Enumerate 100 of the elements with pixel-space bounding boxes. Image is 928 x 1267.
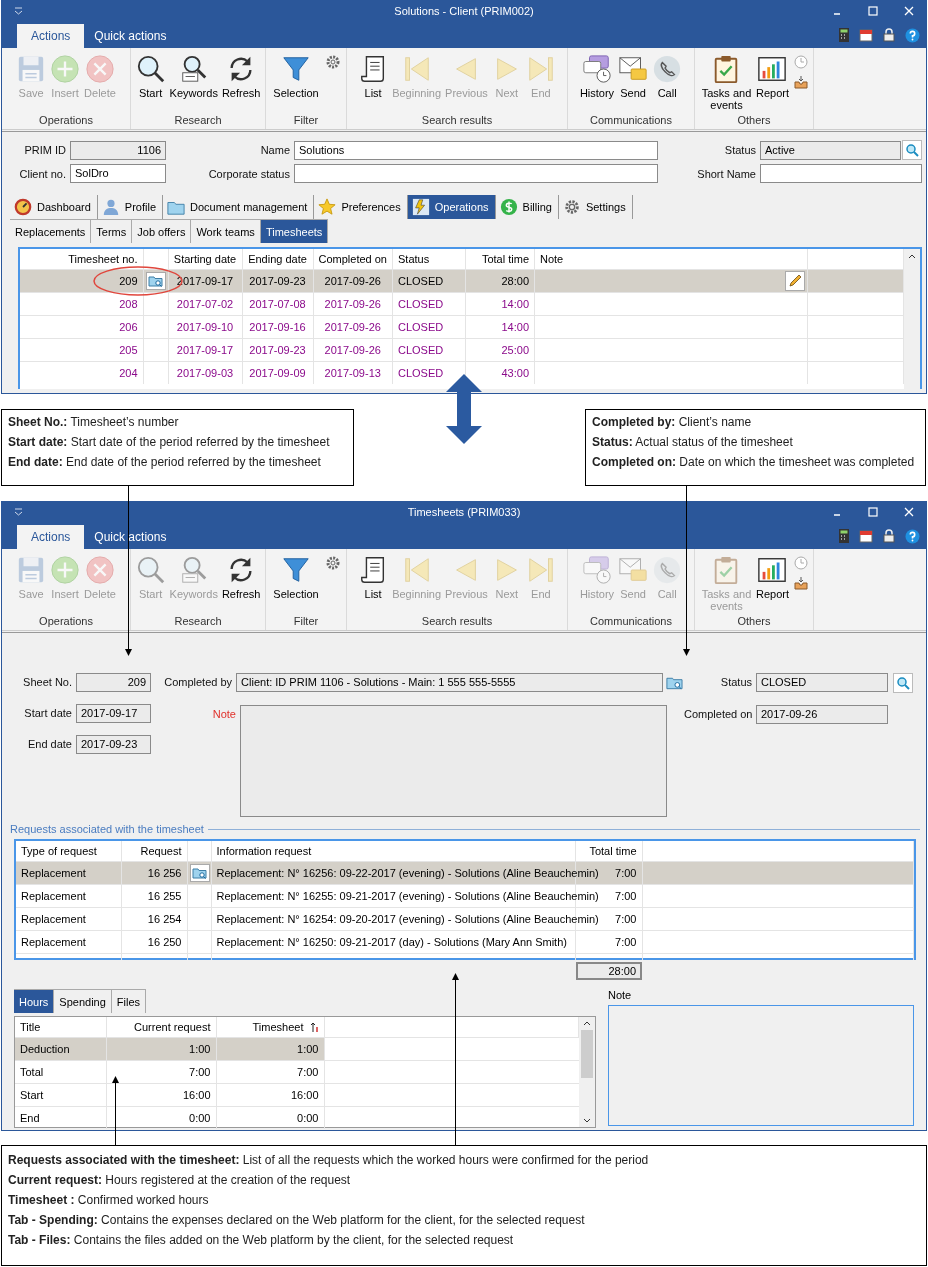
inbox-icon[interactable] xyxy=(793,74,809,90)
table-cell: 204 xyxy=(119,367,138,379)
folder-search-icon[interactable] xyxy=(189,864,210,882)
ribbon-tab[interactable]: Quick actions xyxy=(86,525,175,549)
table-cell: 14:00 xyxy=(501,298,529,310)
tab[interactable]: Profile xyxy=(97,195,163,219)
table-row[interactable]: 208 2017-07-02 2017-07-08 2017-09-26 CLOSED 14:00 xyxy=(20,292,904,316)
tab[interactable]: Settings xyxy=(558,195,633,219)
menu-icon[interactable] xyxy=(14,508,23,516)
table-row[interactable]: Replacement 16 255 Replacement: N° 16255: 09-21-2017 (evening) - Solutions (Aline Beauchemin) 7:00 xyxy=(16,884,914,908)
tab[interactable]: Preferences xyxy=(314,195,408,219)
calendar-icon[interactable] xyxy=(859,529,873,543)
calculator-icon[interactable] xyxy=(838,28,850,42)
table-row[interactable]: End 0:00 0:00 xyxy=(15,1106,579,1129)
close-icon[interactable] xyxy=(904,6,914,16)
scroll-bar[interactable] xyxy=(579,1017,595,1127)
ribbon-tab[interactable]: Quick actions xyxy=(86,24,175,48)
maximize-icon[interactable] xyxy=(868,507,878,517)
x-circle-icon xyxy=(85,54,115,84)
table-row[interactable]: Replacement 16 250 Replacement: N° 16250: 09-21-2017 (day) - Solutions (Mary Ann Smith) 7:00 xyxy=(16,930,914,954)
ribbon-button[interactable]: Report xyxy=(753,555,791,600)
ribbon-button[interactable]: Selection xyxy=(271,555,321,600)
maximize-icon[interactable] xyxy=(868,6,878,16)
input-field[interactable]: 2017-09-17 xyxy=(76,704,151,723)
search-button[interactable] xyxy=(902,140,922,160)
tab[interactable]: Work teams xyxy=(191,219,261,243)
table-row[interactable]: 204 2017-09-03 2017-09-09 2017-09-13 CLOSED 43:00 xyxy=(20,361,904,384)
gear-icon[interactable] xyxy=(324,555,341,571)
input-field[interactable]: 1106 xyxy=(70,140,166,160)
ribbon-button[interactable]: Report xyxy=(753,54,791,99)
total-field: 28:00 xyxy=(576,962,642,980)
input-field[interactable]: Active xyxy=(760,140,901,160)
input-field[interactable]: CLOSED xyxy=(756,673,888,692)
table-row[interactable]: Replacement 16 256 Replacement: N° 16256: 09-22-2017 (evening) - Solutions (Aline Beauchemin) 7:00 xyxy=(16,861,914,885)
input-field[interactable] xyxy=(294,164,658,183)
table-cell: 7:00 xyxy=(615,936,637,948)
table-row[interactable]: 206 2017-09-10 2017-09-16 2017-09-26 CLOSED 14:00 xyxy=(20,315,904,339)
input-field[interactable] xyxy=(760,164,922,183)
ribbon-button[interactable]: List xyxy=(356,54,391,99)
input-field[interactable]: 2017-09-23 xyxy=(76,735,151,754)
input-field[interactable]: 209 xyxy=(76,673,151,692)
tab[interactable]: Files xyxy=(111,989,147,1013)
table-cell: 2017-09-26 xyxy=(324,298,381,310)
field-label: Sheet No. xyxy=(22,675,72,688)
note-field[interactable] xyxy=(240,705,667,817)
ribbon-button[interactable]: History xyxy=(577,54,617,99)
field-label: Corporate status xyxy=(207,167,290,180)
folder-search-icon[interactable] xyxy=(145,272,166,290)
help-icon[interactable] xyxy=(905,27,920,43)
field-label: Note xyxy=(211,707,236,720)
ribbon-button[interactable]: Call xyxy=(650,54,685,99)
ribbon-button[interactable]: Selection xyxy=(271,54,321,99)
tab[interactable]: Billing xyxy=(495,195,559,219)
ribbon-button[interactable]: List xyxy=(356,555,391,600)
ribbon-button[interactable]: Tasks and events xyxy=(699,54,754,111)
inbox-icon[interactable] xyxy=(793,575,809,591)
ribbon-button[interactable]: Refresh xyxy=(219,555,263,600)
tab[interactable]: Terms xyxy=(91,219,133,243)
close-icon[interactable] xyxy=(904,507,914,517)
ribbon-button[interactable]: Send xyxy=(616,54,651,99)
calendar-icon[interactable] xyxy=(859,28,873,42)
input-field[interactable]: Client: ID PRIM 1106 - Solutions - Main: 1 555 555-5555 xyxy=(236,673,664,692)
tab[interactable]: Replacements xyxy=(10,219,92,243)
gear-icon[interactable] xyxy=(324,54,341,70)
table-cell: Total xyxy=(20,1066,44,1078)
tab[interactable]: Job offers xyxy=(132,219,192,243)
table-row[interactable]: Start 16:00 16:00 xyxy=(15,1083,579,1107)
table-row[interactable]: Replacement 16 254 Replacement: N° 16254: 09-20-2017 (evening) - Solutions (Aline Beauchemin) 7:00 xyxy=(16,907,914,931)
lock-icon[interactable] xyxy=(882,28,896,42)
ribbon-button[interactable]: Refresh xyxy=(219,54,263,99)
help-icon[interactable] xyxy=(905,528,920,544)
group-label: Operations xyxy=(39,114,93,128)
calculator-icon[interactable] xyxy=(838,529,850,543)
input-field[interactable]: 2017-09-26 xyxy=(756,705,888,724)
input-field[interactable]: Solutions xyxy=(294,140,658,160)
menu-icon[interactable] xyxy=(14,7,23,15)
ribbon-tab[interactable]: Actions xyxy=(17,525,85,549)
note-field[interactable] xyxy=(608,1005,914,1126)
pencil-icon[interactable] xyxy=(785,271,805,291)
lock-icon[interactable] xyxy=(882,529,896,543)
tab[interactable]: Hours xyxy=(14,989,55,1013)
tab[interactable]: Dashboard xyxy=(10,195,98,219)
sort-icon[interactable] xyxy=(309,1021,319,1033)
ribbon-button[interactable]: Keywords xyxy=(167,54,220,99)
tab[interactable]: Operations xyxy=(407,195,496,219)
table-row[interactable]: 205 2017-09-17 2017-09-23 2017-09-26 CLOSED 25:00 xyxy=(20,338,904,362)
filter-icon xyxy=(281,555,311,585)
table-cell: 2017-09-23 xyxy=(249,344,306,356)
input-field[interactable]: SolDro xyxy=(70,164,166,183)
ribbon-button[interactable]: Start xyxy=(133,54,168,99)
column-header[interactable]: Timesheet xyxy=(252,1021,304,1033)
tab[interactable]: Timesheets xyxy=(260,219,329,243)
scroll-bar[interactable] xyxy=(904,249,920,389)
search-button[interactable] xyxy=(893,673,913,693)
table-row[interactable]: Total 7:00 7:00 xyxy=(15,1060,579,1084)
tab[interactable]: Spending xyxy=(54,989,112,1013)
ribbon-tab[interactable]: Actions xyxy=(17,24,85,48)
dollar-icon xyxy=(499,198,518,216)
table-row[interactable]: Deduction 1:00 1:00 xyxy=(15,1037,579,1061)
table-cell: Start xyxy=(20,1089,44,1101)
